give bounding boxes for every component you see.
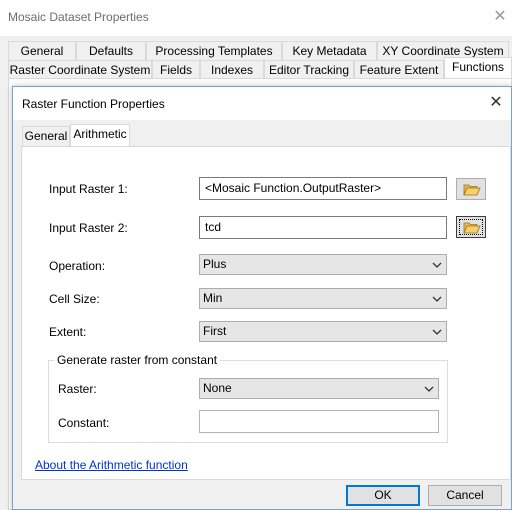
input-raster-1-label: Input Raster 1: (49, 182, 128, 196)
tab-defaults[interactable]: Defaults (76, 41, 146, 60)
cell-size-select[interactable]: Min (199, 288, 447, 309)
tab-feature-extent[interactable]: Feature Extent (354, 60, 444, 79)
operation-select[interactable]: Plus (199, 254, 447, 275)
panel-edge (0, 78, 8, 510)
raster-label: Raster: (58, 382, 97, 396)
dialog-title-bar: Raster Function Properties ✕ (13, 87, 511, 120)
help-link[interactable]: About the Arithmetic function (35, 458, 188, 472)
tab-raster-coordinate-system[interactable]: Raster Coordinate System (8, 60, 152, 79)
constant-input[interactable] (199, 410, 439, 433)
window-title-bar: Mosaic Dataset Properties ✕ (0, 0, 512, 36)
open-folder-icon (463, 222, 481, 234)
close-icon[interactable]: ✕ (488, 6, 512, 28)
cell-size-value: Min (203, 291, 223, 305)
arithmetic-panel: Input Raster 1: <Mosaic Function.OutputR… (21, 146, 511, 480)
operation-label: Operation: (49, 259, 106, 273)
dialog-title: Raster Function Properties (22, 97, 165, 111)
chevron-down-icon (432, 296, 442, 302)
extent-select[interactable]: First (199, 321, 447, 342)
chevron-down-icon (424, 386, 434, 392)
ok-button[interactable]: OK (346, 485, 420, 506)
raster-value: None (203, 381, 232, 395)
raster-function-properties-dialog: Raster Function Properties ✕ General Ari… (12, 86, 512, 510)
extent-label: Extent: (49, 325, 87, 339)
operation-value: Plus (203, 257, 227, 271)
cell-size-label: Cell Size: (49, 292, 100, 306)
raster-select[interactable]: None (199, 378, 439, 399)
close-icon[interactable]: ✕ (485, 92, 507, 114)
tab-key-metadata[interactable]: Key Metadata (282, 41, 377, 60)
input-raster-1-field[interactable]: <Mosaic Function.OutputRaster> (199, 177, 447, 200)
constant-label: Constant: (58, 416, 110, 430)
input-raster-2-field[interactable]: tcd (199, 216, 447, 239)
tab-processing-templates[interactable]: Processing Templates (146, 41, 282, 60)
tab-indexes[interactable]: Indexes (200, 60, 264, 79)
chevron-down-icon (432, 329, 442, 335)
tab-general[interactable]: General (8, 41, 76, 60)
tab-general[interactable]: General (22, 126, 70, 146)
browse-raster-2-button[interactable] (456, 216, 486, 238)
tab-arithmetic[interactable]: Arithmetic (70, 124, 130, 147)
constant-group-legend: Generate raster from constant (54, 353, 221, 367)
extent-value: First (203, 324, 227, 338)
tab-fields[interactable]: Fields (152, 60, 200, 79)
open-folder-icon (463, 184, 481, 196)
browse-raster-1-button[interactable] (456, 178, 486, 200)
chevron-down-icon (432, 262, 442, 268)
window-title: Mosaic Dataset Properties (8, 10, 149, 24)
tab-functions[interactable]: Functions (444, 57, 512, 79)
input-raster-2-label: Input Raster 2: (49, 221, 128, 235)
tab-editor-tracking[interactable]: Editor Tracking (264, 60, 354, 79)
cancel-button[interactable]: Cancel (428, 485, 502, 506)
